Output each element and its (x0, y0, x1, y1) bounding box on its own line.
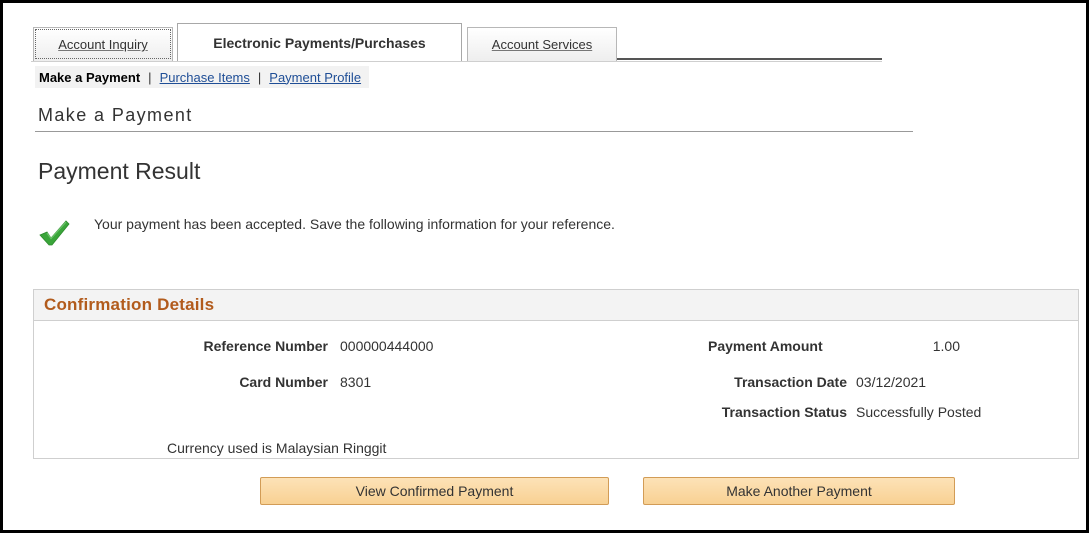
tab-bar-underline (31, 61, 882, 62)
tab-electronic-payments-label: Electronic Payments/Purchases (213, 35, 426, 51)
payment-amount-value: 1.00 (932, 338, 960, 354)
page-title: Make a Payment (38, 105, 193, 125)
transaction-status-value: Successfully Posted (856, 404, 982, 420)
payment-amount-label: Payment Amount (708, 338, 823, 354)
transaction-date-value: 03/12/2021 (856, 374, 927, 390)
subnav-current-make-a-payment: Make a Payment (39, 69, 141, 85)
card-number-label: Card Number (239, 374, 328, 390)
app-window: Account Inquiry Electronic Payments/Purc… (0, 0, 1089, 533)
subnav-separator: | (257, 69, 262, 85)
transaction-status-label: Transaction Status (721, 404, 847, 420)
view-confirmed-payment-button[interactable]: View Confirmed Payment (260, 477, 609, 505)
make-another-payment-button[interactable]: Make Another Payment (643, 477, 955, 505)
confirmation-details-title: Confirmation Details (34, 290, 1078, 321)
tab-bar-rule (617, 58, 882, 60)
page-title-rule (35, 131, 913, 132)
payment-result-title: Payment Result (38, 158, 201, 184)
subnav-separator: | (148, 69, 152, 85)
card-number-value: 8301 (340, 374, 372, 390)
subnav-bar: Make a Payment | Purchase Items | Paymen… (35, 66, 370, 88)
currency-note: Currency used is Malaysian Ringgit (167, 440, 387, 456)
tab-account-services-label: Account Services (491, 37, 593, 52)
confirmation-details-panel: Confirmation Details Reference Number 00… (33, 289, 1079, 459)
tab-account-inquiry[interactable]: Account Inquiry (33, 27, 173, 61)
reference-number-value: 000000444000 (340, 338, 434, 354)
transaction-date-label: Transaction Date (734, 374, 847, 390)
subnav-link-purchase-items[interactable]: Purchase Items (160, 70, 250, 85)
tab-electronic-payments[interactable]: Electronic Payments/Purchases (177, 23, 462, 62)
tab-account-services[interactable]: Account Services (467, 27, 617, 61)
checkmark-icon (39, 220, 70, 246)
subnav-link-payment-profile[interactable]: Payment Profile (269, 70, 361, 85)
tab-account-inquiry-label: Account Inquiry (58, 37, 148, 52)
reference-number-label: Reference Number (203, 338, 329, 354)
payment-accepted-message: Your payment has been accepted. Save the… (94, 216, 615, 232)
